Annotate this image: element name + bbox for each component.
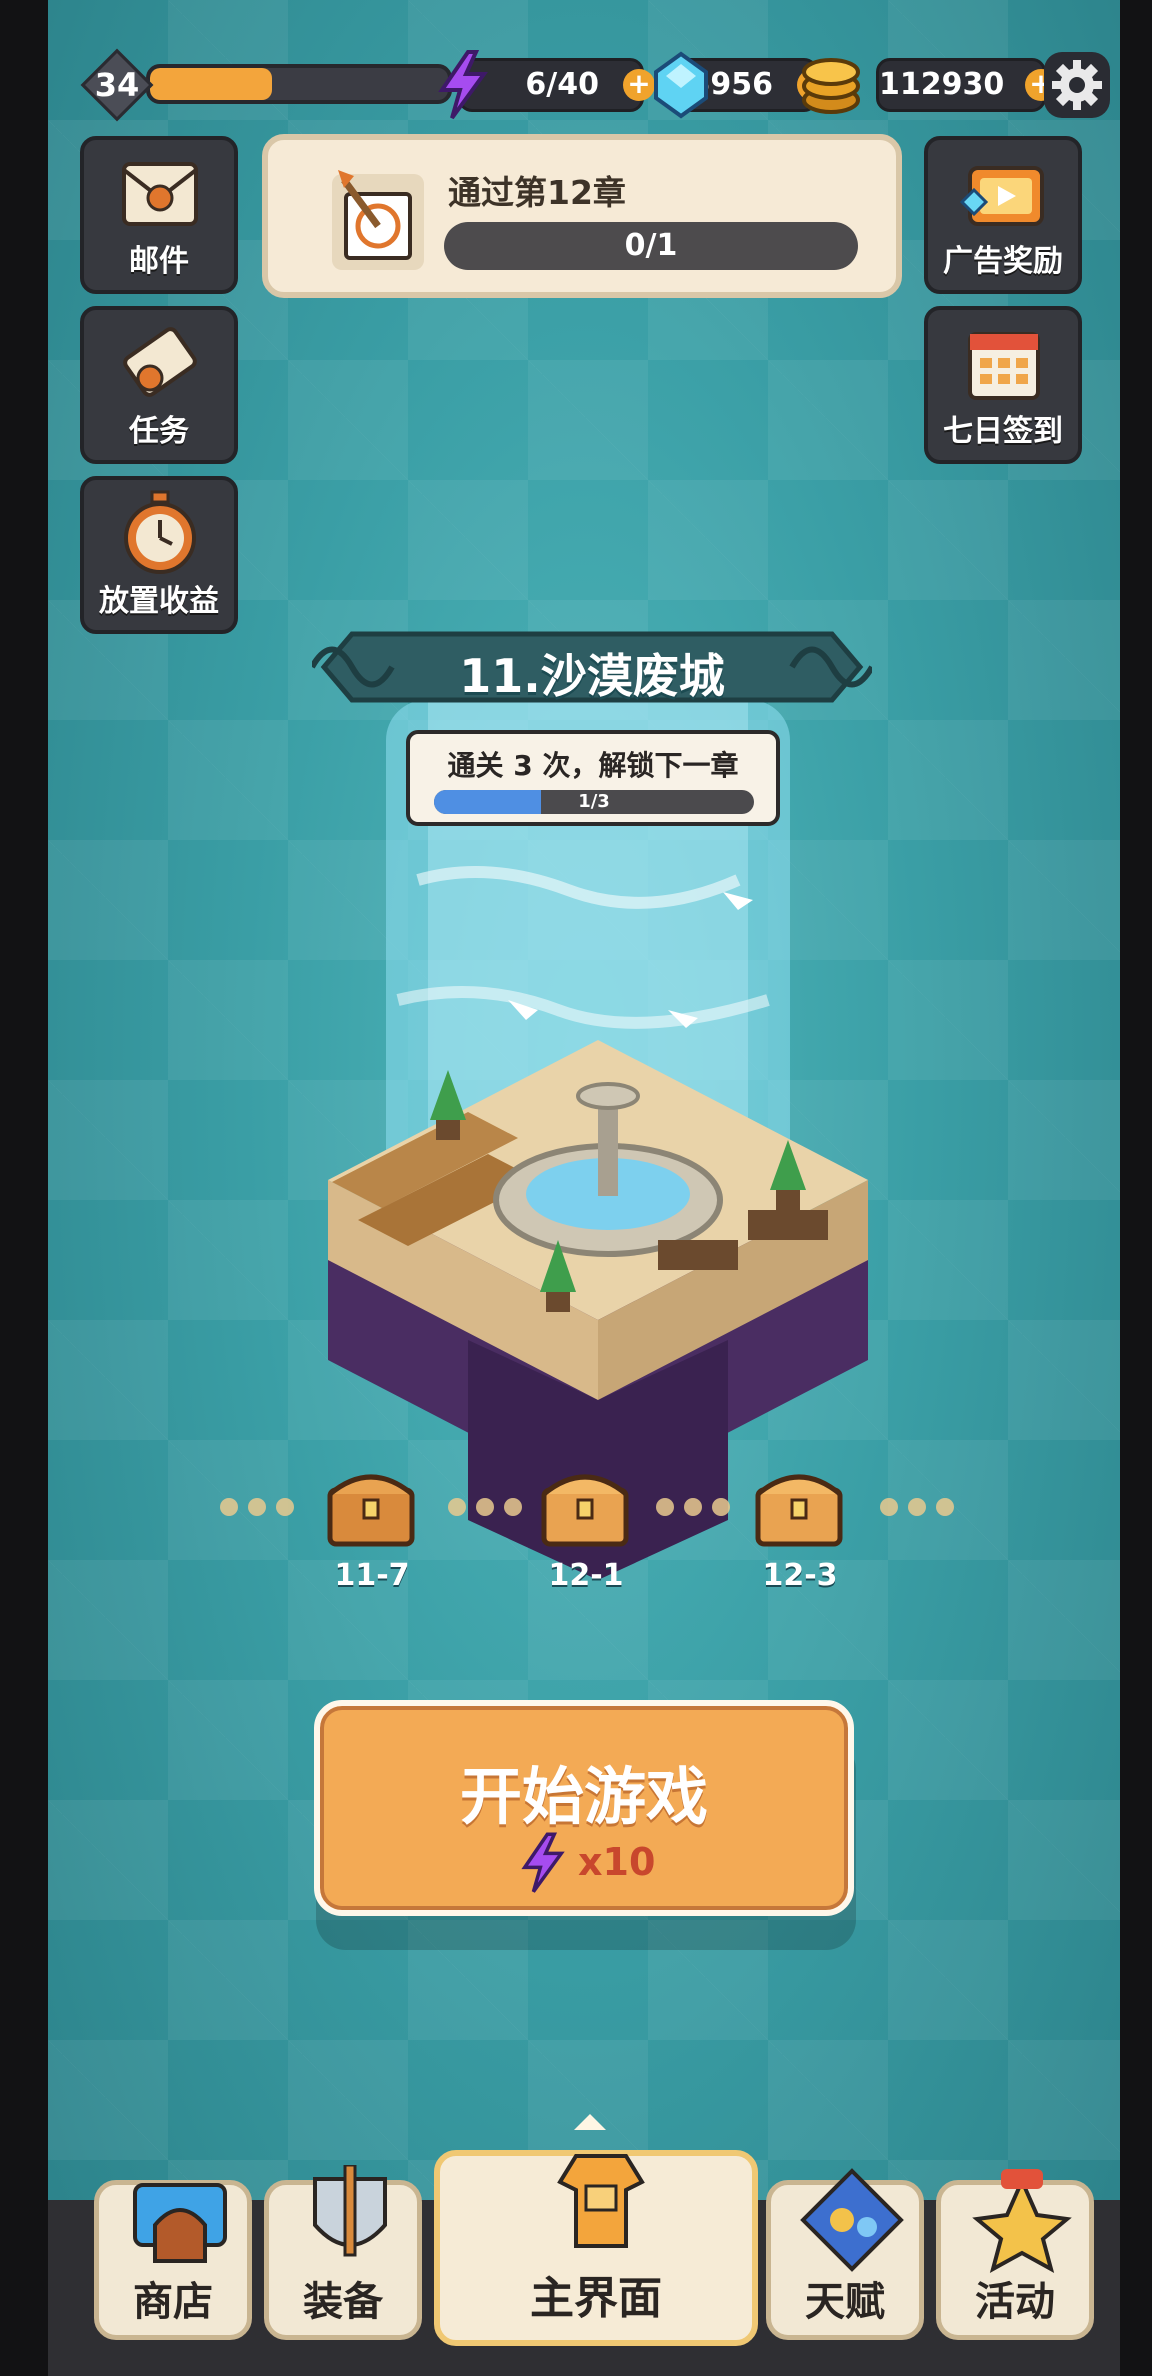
- track-dot: [220, 1498, 238, 1516]
- armor-icon: [557, 2154, 645, 2248]
- ad-reward-button[interactable]: 广告奖励: [924, 136, 1082, 294]
- quest-progress-bar: 0/1: [444, 222, 858, 270]
- scroll-icon: [123, 327, 197, 397]
- stage-label-12-3: 12-3: [762, 1558, 838, 1593]
- start-game-label: 开始游戏: [459, 1760, 708, 1833]
- talent-icon: [800, 2168, 904, 2272]
- tab-activity-label: 活动: [975, 2279, 1055, 2325]
- tab-equipment[interactable]: 装备: [264, 2165, 422, 2340]
- player-level: 34: [94, 66, 140, 104]
- tab-equipment-label: 装备: [303, 2279, 383, 2325]
- settings-button[interactable]: [1044, 52, 1110, 118]
- gem-icon: [654, 51, 708, 119]
- track-dot: [656, 1498, 674, 1516]
- mail-label: 邮件: [129, 244, 189, 279]
- quest-progress-text: 0/1: [624, 228, 678, 263]
- treasure-chest-icon[interactable]: [538, 1460, 632, 1550]
- activity-icon: [972, 2169, 1072, 2274]
- track-dot: [476, 1498, 494, 1516]
- unlock-tip-bubble: 通关 3 次，解锁下一章 1/3: [406, 730, 780, 826]
- tab-shop-label: 商店: [133, 2279, 213, 2325]
- treasure-chest-icon[interactable]: [324, 1460, 418, 1550]
- energy-cost: x10: [516, 1832, 676, 1893]
- chapter-title-wrap[interactable]: 11.沙漠废城: [312, 622, 872, 712]
- mail-icon: [122, 162, 198, 226]
- unlock-tip-text: 通关 3 次，解锁下一章: [447, 749, 739, 782]
- screen-edge-right: [1120, 0, 1152, 2376]
- treasure-chest-icon[interactable]: [752, 1460, 846, 1550]
- gold-coin-icon: [802, 58, 860, 114]
- track-dot: [908, 1498, 926, 1516]
- stage-label-12-1: 12-1: [548, 1558, 624, 1593]
- gear-icon: [1052, 60, 1102, 110]
- track-dot: [936, 1498, 954, 1516]
- ad-reward-label: 广告奖励: [943, 244, 1063, 279]
- track-dot: [276, 1498, 294, 1516]
- idle-rewards-button[interactable]: 放置收益: [80, 476, 238, 634]
- track-dot: [448, 1498, 466, 1516]
- tab-talent-label: 天赋: [805, 2279, 885, 2325]
- calendar-icon: [968, 332, 1040, 400]
- energy-cost-value: x10: [578, 1840, 656, 1884]
- quest-title: 通过第12章: [448, 173, 626, 212]
- tab-main[interactable]: 主界面: [434, 2150, 758, 2346]
- shop-icon: [133, 2183, 227, 2263]
- tab-activity[interactable]: 活动: [936, 2169, 1094, 2340]
- sword-shield-icon: [313, 2165, 387, 2257]
- game-screen: 34 6/40 + 5956 + 112930 +: [48, 0, 1120, 2376]
- track-dot: [880, 1498, 898, 1516]
- seven-day-checkin-button[interactable]: 七日签到: [924, 306, 1082, 464]
- start-game-button[interactable]: 开始游戏 x10: [314, 1700, 854, 1916]
- tab-shop[interactable]: 商店: [94, 2180, 252, 2340]
- track-dot: [712, 1498, 730, 1516]
- xp-bar: [146, 64, 452, 104]
- quest-target-icon: [332, 170, 424, 270]
- idle-rewards-label: 放置收益: [99, 584, 219, 619]
- screen-edge-left: [0, 0, 48, 2376]
- xp-bar-fill: [150, 68, 273, 100]
- seven-day-checkin-label: 七日签到: [943, 414, 1063, 449]
- selected-tab-indicator: [574, 2114, 606, 2130]
- tasks-button[interactable]: 任务: [80, 306, 238, 464]
- player-level-panel[interactable]: 34: [80, 48, 464, 122]
- energy-value: 6/40: [525, 67, 599, 102]
- chapter-quest-panel[interactable]: 通过第12章 0/1: [262, 134, 902, 298]
- unlock-progress-bar: 1/3: [434, 790, 754, 814]
- tab-main-label: 主界面: [530, 2273, 662, 2324]
- track-dot: [684, 1498, 702, 1516]
- gold-counter[interactable]: 112930 +: [876, 58, 1057, 112]
- stage-label-11-7: 11-7: [334, 1558, 410, 1593]
- lightning-icon: [521, 1832, 565, 1893]
- mail-button[interactable]: 邮件: [80, 136, 238, 294]
- track-dot: [504, 1498, 522, 1516]
- ad-reward-icon: [959, 166, 1044, 226]
- tab-talent[interactable]: 天赋: [766, 2168, 924, 2340]
- chapter-name: 11.沙漠废城: [459, 649, 725, 703]
- track-dot: [248, 1498, 266, 1516]
- gold-value: 112930: [879, 67, 1005, 102]
- stopwatch-icon: [124, 490, 196, 574]
- tasks-label: 任务: [129, 414, 189, 449]
- lightning-icon: [438, 50, 488, 120]
- unlock-progress-text: 1/3: [578, 791, 610, 812]
